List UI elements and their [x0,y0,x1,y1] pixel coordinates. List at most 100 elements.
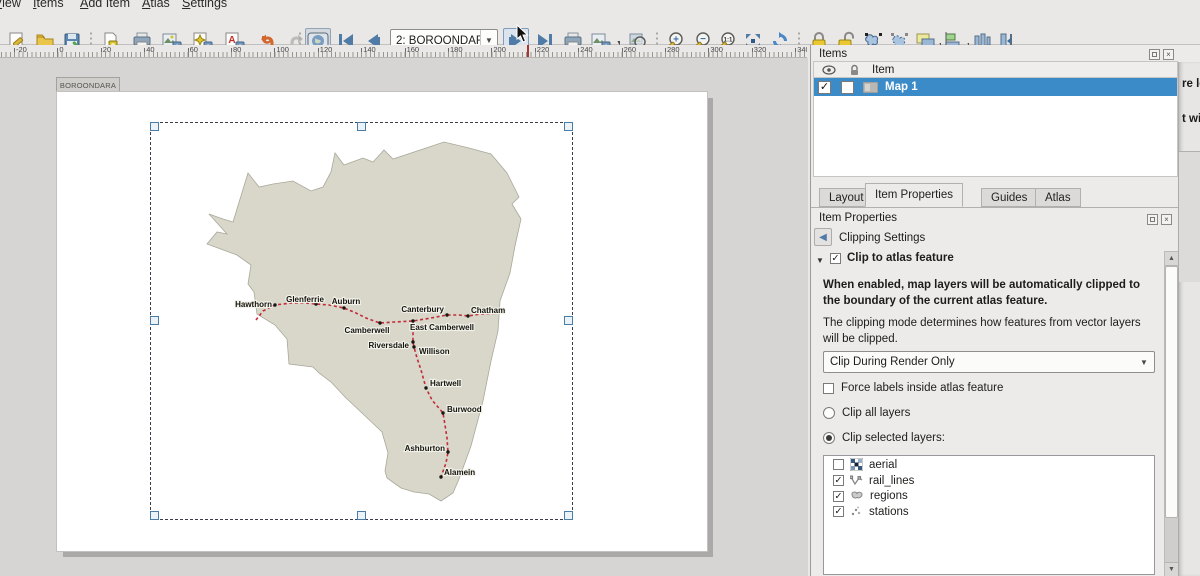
items-table-header: Item [813,61,1178,78]
layer-row-stations[interactable]: ✓stations [824,503,1154,519]
tab-item-properties[interactable]: Item Properties [865,183,963,207]
map-item-frame[interactable]: HawthornGlenferrieAuburnCamberwellEast C… [150,122,573,520]
polygon-layer-icon [850,490,864,502]
resize-handle[interactable] [564,122,573,131]
item-visibility-checkbox[interactable]: ✓ [818,81,831,94]
ruler-label: 40 [146,45,154,54]
ruler-label: 180 [450,45,463,54]
back-button[interactable]: ◀ [814,228,832,246]
atlas-page-tab: BOROONDARA [56,77,120,93]
float-panel-icon[interactable] [1147,214,1158,225]
station-marker [441,411,444,414]
resize-handle[interactable] [357,122,366,131]
clip-all-radio[interactable] [823,407,835,419]
ruler-tick [361,48,362,57]
clip-info-bold: When enabled, map layers will be automat… [823,278,1157,309]
resize-handle[interactable] [150,511,159,520]
edge-section [1179,152,1200,282]
layer-row-regions[interactable]: ✓regions [824,488,1154,503]
station-label: Riversdale [369,341,410,350]
layer-row-rail_lines[interactable]: ✓rail_lines [824,472,1154,488]
clip-mode-value: Clip During Render Only [824,356,1134,368]
ruler-label: 100 [276,45,289,54]
station-label: Alamein [444,468,475,477]
map-item-icon [863,82,878,93]
station-label: Chatham [471,306,505,315]
resize-handle[interactable] [357,511,366,520]
clip-selected-row[interactable]: Clip selected layers: [823,432,945,444]
resize-handle[interactable] [150,316,159,325]
layer-checkbox[interactable]: ✓ [833,491,844,502]
items-row-map1[interactable]: ✓ Map 1 [814,78,1177,96]
station-marker [424,386,427,389]
clip-layers-list[interactable]: aerial✓rail_lines✓regions✓stations [823,455,1155,575]
scrollbar-thumb[interactable] [1165,266,1178,518]
menu-item-settings[interactable]: Settings [182,0,227,10]
right-panel: Items × Item ✓ Map 1 Layout Item Propert… [810,45,1200,576]
clip-mode-select[interactable]: Clip During Render Only ▼ [823,351,1155,373]
layer-checkbox[interactable]: ✓ [833,506,844,517]
station-marker [446,450,449,453]
ruler-tick [144,48,145,57]
ruler-label: 320 [754,45,767,54]
scroll-down-icon[interactable]: ▼ [1165,562,1178,576]
ruler-label: 220 [537,45,550,54]
layer-checkbox[interactable]: ✓ [833,475,844,486]
station-label: Glenferrie [286,295,324,304]
layer-row-aerial[interactable]: aerial [824,456,1154,472]
raster-layer-icon [850,458,863,471]
items-list[interactable]: ✓ Map 1 [813,78,1178,177]
station-label: Willison [419,347,450,356]
menu-item-items[interactable]: Items [33,0,64,10]
layer-checkbox[interactable] [833,459,844,470]
scroll-up-icon[interactable]: ▲ [1165,252,1178,266]
ruler-label: 120 [320,45,333,54]
ruler-label: 80 [233,45,241,54]
toolbar: + + A+ 2: BOROONDARA ▼ [0,11,1200,45]
float-panel-icon[interactable] [1149,49,1160,60]
item-label: Map 1 [885,81,918,93]
item-lock-checkbox[interactable] [841,81,854,94]
boroondara-map: HawthornGlenferrieAuburnCamberwellEast C… [151,123,574,521]
ruler-label: 280 [667,45,680,54]
mouse-cursor [516,24,530,44]
collapse-arrow-icon[interactable]: ▼ [816,256,824,265]
item-properties-panel: Item Properties × ◀ Clipping Settings ▼ … [811,207,1200,576]
close-panel-icon[interactable]: × [1163,49,1174,60]
station-marker [411,340,414,343]
properties-scrollbar[interactable]: ▲ ▼ [1164,251,1179,576]
station-marker [273,303,276,306]
clip-to-atlas-checkbox[interactable]: ✓ [830,253,841,264]
tab-atlas[interactable]: Atlas [1035,188,1081,207]
menu-item-add-item[interactable]: Add Item [80,0,130,10]
clip-to-atlas-label: Clip to atlas feature [847,252,954,264]
ruler-tick [535,48,536,57]
clip-all-row[interactable]: Clip all layers [823,407,910,419]
force-labels-label: Force labels inside atlas feature [841,382,1003,394]
ruler-label: 240 [580,45,593,54]
station-marker [445,313,448,316]
clip-selected-radio[interactable] [823,432,835,444]
resize-handle[interactable] [150,122,159,131]
clipping-settings-label: Clipping Settings [839,232,925,244]
tab-guides[interactable]: Guides [981,188,1037,207]
ruler-tick [795,48,796,57]
station-marker [439,475,442,478]
station-label: Canterbury [401,305,444,314]
station-label: Burwood [447,405,482,414]
ruler-label: 260 [624,45,637,54]
ruler-tick [14,48,15,57]
menu-item-view[interactable]: View [0,0,21,10]
ruler-tick [101,48,102,57]
close-panel-icon[interactable]: × [1161,214,1172,225]
menu-item-atlas[interactable]: Atlas [142,0,170,10]
resize-handle[interactable] [564,316,573,325]
menu-bar: View Items Add Item Atlas Settings [0,0,1200,11]
resize-handle[interactable] [564,511,573,520]
force-labels-row[interactable]: Force labels inside atlas feature [823,382,1003,394]
force-labels-checkbox[interactable] [823,383,834,394]
station-label: Hartwell [430,379,461,388]
layout-canvas[interactable]: BOROONDARA HawthornGlenferrieAuburnCambe… [0,58,808,576]
station-marker [466,314,469,317]
ruler-label: 60 [190,45,198,54]
